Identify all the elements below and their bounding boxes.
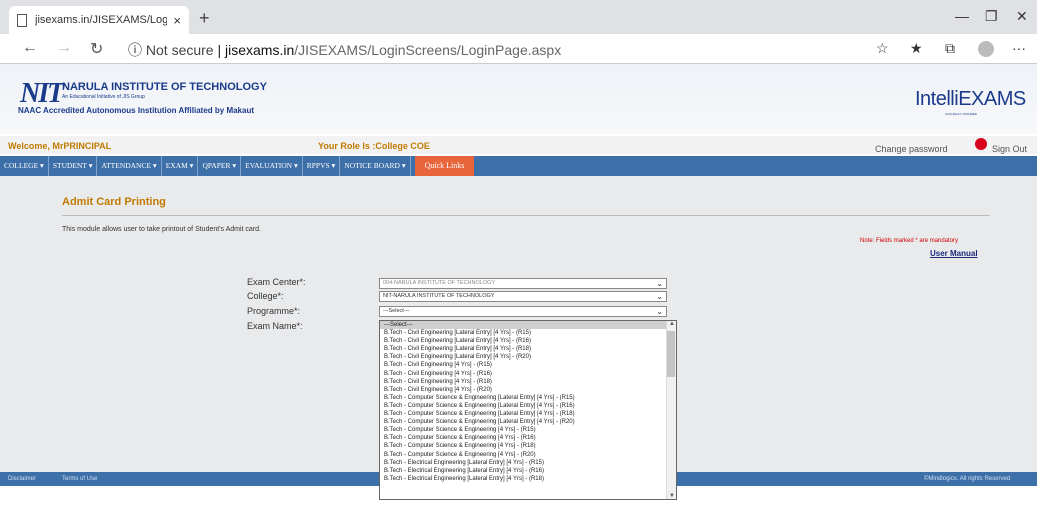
chevron-down-icon: ⌄ bbox=[656, 307, 663, 316]
favorite-star-icon[interactable]: ☆ bbox=[876, 40, 889, 57]
browser-tab[interactable]: jisexams.in/JISEXAMS/LoginScre × bbox=[9, 6, 189, 34]
intelliexams-tagline: ACCURACY ASSURED bbox=[945, 112, 977, 116]
chevron-down-icon: ⌄ bbox=[656, 292, 663, 301]
exam-center-value: 004-NARULA INSTITUTE OF TECHNOLOGY bbox=[383, 280, 496, 286]
menu-student[interactable]: STUDENT ▾ bbox=[49, 156, 98, 176]
exam-center-select[interactable]: 004-NARULA INSTITUTE OF TECHNOLOGY ⌄ bbox=[379, 278, 667, 289]
favorites-icon[interactable]: ★ bbox=[910, 40, 923, 57]
welcome-text: Welcome, MrPRINCIPAL bbox=[8, 141, 112, 151]
url-host: jisexams.in bbox=[225, 42, 295, 58]
programme-dropdown-list[interactable]: ---Select--- B.Tech - Civil Engineering … bbox=[379, 320, 677, 500]
menu-qpaper[interactable]: QPAPER ▾ bbox=[198, 156, 242, 176]
dropdown-option[interactable]: B.Tech - Civil Engineering [4 Yrs] - (R2… bbox=[380, 386, 676, 394]
dropdown-option[interactable]: B.Tech - Civil Engineering [Lateral Entr… bbox=[380, 345, 676, 353]
reload-icon[interactable]: ↻ bbox=[90, 39, 103, 59]
browser-tab-bar: jisexams.in/JISEXAMS/LoginScre × + — ❐ ✕ bbox=[0, 0, 1037, 34]
page-icon bbox=[17, 13, 27, 27]
dropdown-option[interactable]: B.Tech - Electrical Engineering [Lateral… bbox=[380, 475, 676, 483]
close-window-icon[interactable]: ✕ bbox=[1016, 8, 1028, 25]
url-path: /JISEXAMS/LoginScreens/LoginPage.aspx bbox=[294, 42, 562, 58]
college-value: NIT-NARULA INSTITUTE OF TECHNOLOGY bbox=[383, 293, 495, 299]
dropdown-option[interactable]: B.Tech - Civil Engineering [4 Yrs] - (R1… bbox=[380, 370, 676, 378]
dropdown-option[interactable]: B.Tech - Electrical Engineering [Lateral… bbox=[380, 459, 676, 467]
dropdown-option[interactable]: B.Tech - Computer Science & Engineering … bbox=[380, 434, 676, 442]
dropdown-option[interactable]: ---Select--- bbox=[380, 321, 676, 330]
dropdown-option[interactable]: B.Tech - Computer Science & Engineering … bbox=[380, 426, 676, 434]
main-menu: COLLEGE ▾ STUDENT ▾ ATTENDANCE ▾ EXAM ▾ … bbox=[0, 156, 1037, 176]
dropdown-option[interactable]: B.Tech - Computer Science & Engineering … bbox=[380, 394, 676, 402]
power-icon[interactable] bbox=[975, 138, 987, 150]
profile-avatar[interactable] bbox=[978, 41, 994, 57]
menu-rppvs[interactable]: RPPVS ▾ bbox=[303, 156, 341, 176]
dropdown-scrollbar[interactable]: ▲ ▼ bbox=[666, 321, 676, 499]
exam-name-label: Exam Name*: bbox=[247, 321, 303, 331]
terms-link[interactable]: Terms of Use bbox=[62, 476, 97, 482]
naac-text: NAAC Accredited Autonomous Institution A… bbox=[18, 106, 255, 115]
quick-links-button[interactable]: Quick Links bbox=[414, 156, 475, 176]
dropdown-option[interactable]: B.Tech - Civil Engineering [Lateral Entr… bbox=[380, 337, 676, 345]
mandatory-note: Note: Fields marked * are mandatory bbox=[860, 238, 959, 244]
menu-notice-board[interactable]: NOTICE BOARD ▾ bbox=[340, 156, 411, 176]
institute-subtitle: An Educational Initiative of JIS Group bbox=[62, 94, 145, 100]
restore-icon[interactable]: ❐ bbox=[985, 8, 998, 25]
address-bar: ← → ↻ ⓘ Not secure | jisexams.in/JISEXAM… bbox=[0, 34, 1037, 64]
tab-close-icon[interactable]: × bbox=[173, 13, 181, 28]
not-secure-label: Not secure bbox=[145, 42, 214, 58]
new-tab-icon[interactable]: + bbox=[199, 8, 210, 29]
title-divider bbox=[62, 215, 990, 216]
menu-exam[interactable]: EXAM ▾ bbox=[162, 156, 199, 176]
scrollbar-thumb[interactable] bbox=[667, 331, 675, 377]
welcome-row: Welcome, MrPRINCIPAL Your Role Is :Colle… bbox=[0, 136, 1037, 154]
dropdown-option[interactable]: B.Tech - Computer Science & Engineering … bbox=[380, 451, 676, 459]
dropdown-option[interactable]: B.Tech - Electrical Engineering [Lateral… bbox=[380, 467, 676, 475]
dropdown-option[interactable]: B.Tech - Civil Engineering [Lateral Entr… bbox=[380, 329, 676, 337]
user-manual-link[interactable]: User Manual bbox=[930, 249, 978, 258]
dropdown-option[interactable]: B.Tech - Computer Science & Engineering … bbox=[380, 410, 676, 418]
url-field[interactable]: ⓘ Not secure | jisexams.in/JISEXAMS/Logi… bbox=[128, 40, 561, 60]
college-select[interactable]: NIT-NARULA INSTITUTE OF TECHNOLOGY ⌄ bbox=[379, 291, 667, 302]
role-text: Your Role Is :College COE bbox=[318, 141, 430, 151]
menu-evaluation[interactable]: EVALUATION ▾ bbox=[241, 156, 303, 176]
menu-attendance[interactable]: ATTENDANCE ▾ bbox=[97, 156, 162, 176]
page-title: Admit Card Printing bbox=[62, 196, 166, 208]
institute-name: NARULA INSTITUTE OF TECHNOLOGY bbox=[62, 81, 267, 93]
programme-select[interactable]: ---Select--- ⌄ bbox=[379, 306, 667, 317]
dropdown-option[interactable]: B.Tech - Computer Science & Engineering … bbox=[380, 402, 676, 410]
programme-value: ---Select--- bbox=[383, 308, 410, 314]
page-description: This module allows user to take printout… bbox=[62, 226, 261, 233]
back-icon[interactable]: ← bbox=[22, 39, 38, 57]
minimize-icon[interactable]: — bbox=[955, 8, 969, 24]
dropdown-option[interactable]: B.Tech - Civil Engineering [Lateral Entr… bbox=[380, 353, 676, 361]
college-label: College*: bbox=[247, 291, 284, 301]
sign-out-link[interactable]: Sign Out bbox=[992, 144, 1027, 154]
site-header: NIT NARULA INSTITUTE OF TECHNOLOGY An Ed… bbox=[0, 64, 1037, 134]
dropdown-option[interactable]: B.Tech - Computer Science & Engineering … bbox=[380, 442, 676, 450]
forward-icon[interactable]: → bbox=[56, 39, 72, 57]
change-password-link[interactable]: Change password bbox=[875, 144, 948, 154]
dropdown-option[interactable]: B.Tech - Civil Engineering [4 Yrs] - (R1… bbox=[380, 361, 676, 369]
disclaimer-link[interactable]: Disclaimer bbox=[8, 476, 36, 482]
exam-center-label: Exam Center*: bbox=[247, 277, 306, 287]
dropdown-option[interactable]: B.Tech - Computer Science & Engineering … bbox=[380, 418, 676, 426]
more-menu-icon[interactable]: ··· bbox=[1012, 40, 1026, 56]
intelliexams-logo: IntelliEXAMS bbox=[915, 88, 1026, 110]
menu-college[interactable]: COLLEGE ▾ bbox=[0, 156, 49, 176]
copyright-text: ©Mindlogicx. All rights Reserved bbox=[924, 476, 1011, 482]
dropdown-option[interactable]: B.Tech - Civil Engineering [4 Yrs] - (R1… bbox=[380, 378, 676, 386]
scroll-down-icon[interactable]: ▼ bbox=[669, 493, 675, 499]
collections-icon[interactable]: ⧉ bbox=[945, 40, 955, 57]
programme-label: Programme*: bbox=[247, 306, 301, 316]
url-separator: | bbox=[217, 42, 222, 58]
chevron-down-icon: ⌄ bbox=[656, 279, 663, 288]
tab-title: jisexams.in/JISEXAMS/LoginScre bbox=[35, 14, 168, 26]
scroll-up-icon[interactable]: ▲ bbox=[669, 321, 675, 327]
info-icon[interactable]: ⓘ bbox=[128, 42, 142, 58]
